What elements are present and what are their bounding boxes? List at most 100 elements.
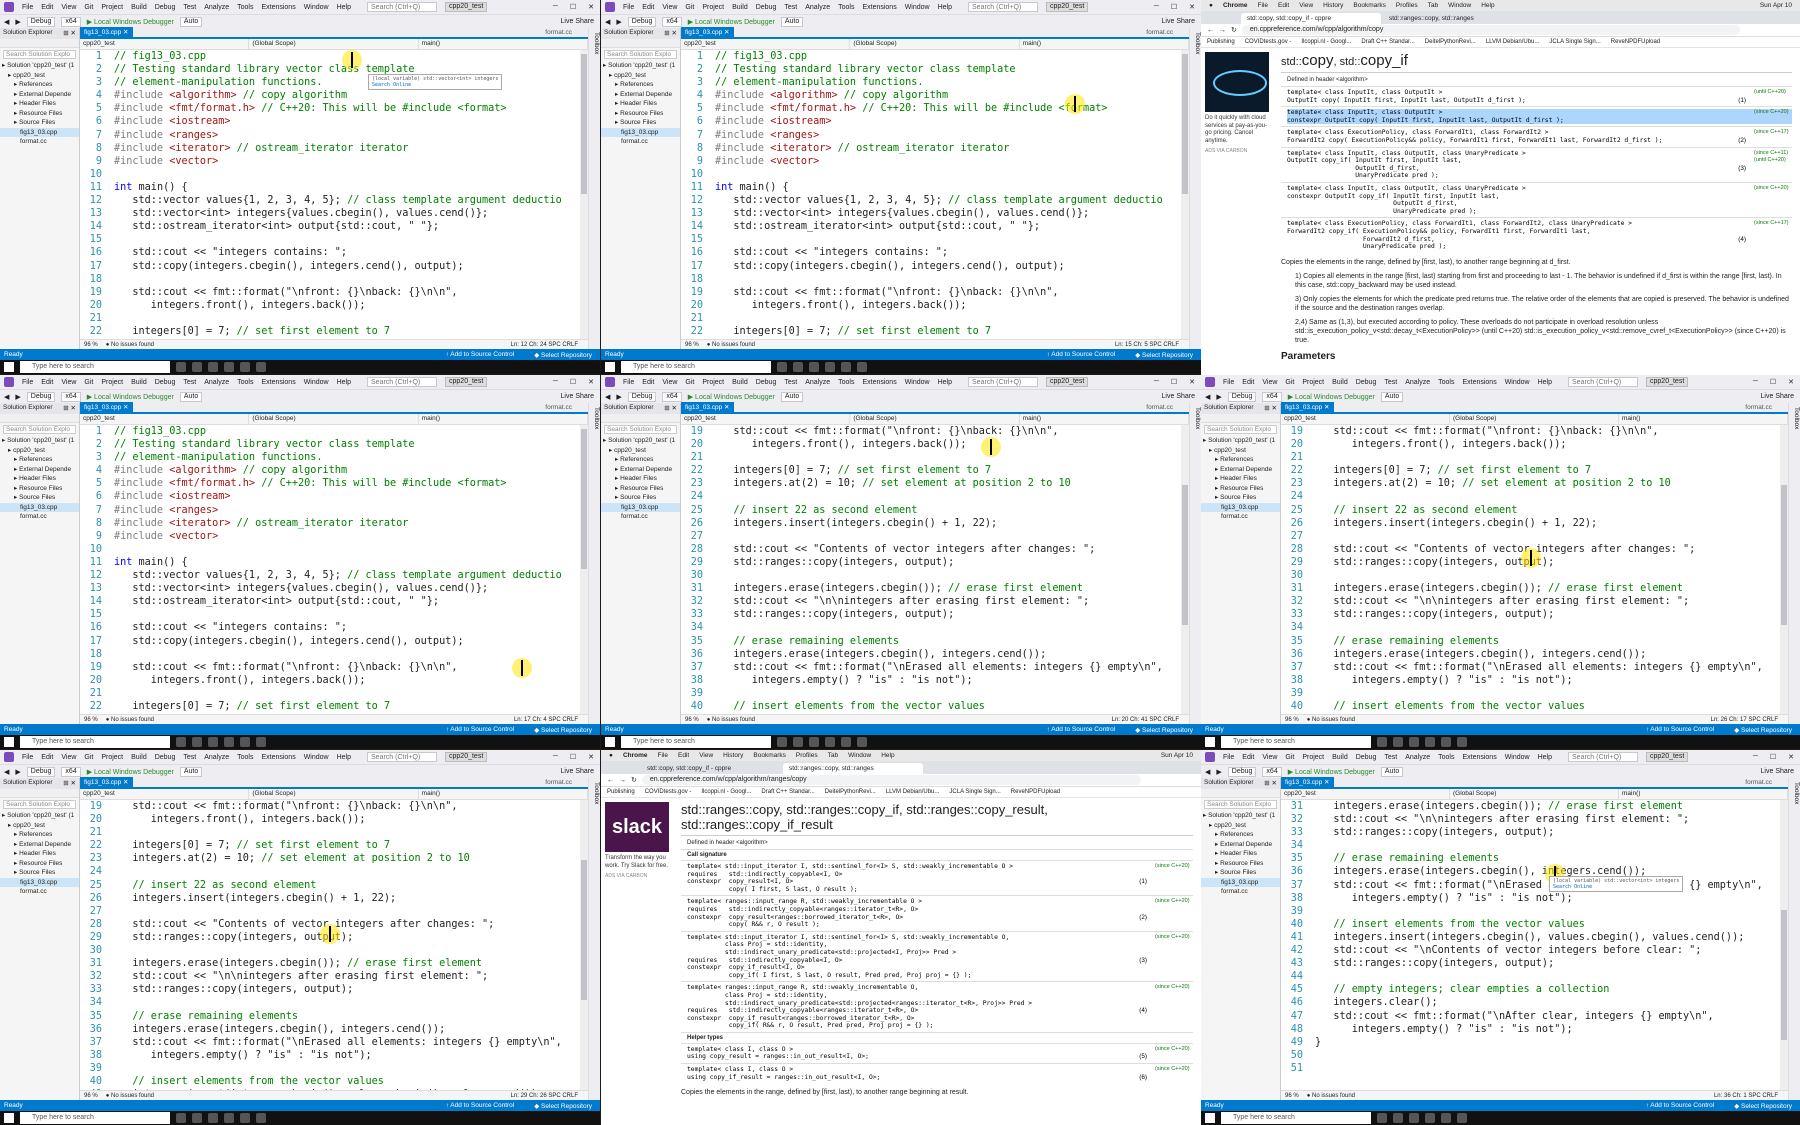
project-nav-dropdown[interactable]: cpp20_test [1281,414,1450,424]
menu-tools[interactable]: Tools [1438,754,1454,761]
code-line[interactable]: 23 integers.at(2) = 10; // set element a… [681,338,1189,339]
project-nav-dropdown[interactable]: cpp20_test [681,414,851,424]
code-line[interactable]: 36 integers.erase(integers.cbegin(), int… [1281,865,1788,878]
tree-item[interactable]: ▸ External Depende [601,90,680,100]
tree-item[interactable]: ▸ cpp20_test [0,446,79,456]
code-area[interactable]: 19 std::cout << fmt::format("\nfront: {}… [1281,425,1788,714]
code-line[interactable]: 46 integers.clear(); [1281,996,1788,1009]
code-line[interactable]: 7 #include <ranges> [80,129,588,142]
bookmark-item[interactable]: JCLA Single Sign... [949,789,1000,795]
menu-help[interactable]: Help [1538,379,1552,386]
store-icon[interactable] [224,1113,234,1123]
tree-item[interactable]: ▸ Source Files [1201,868,1280,878]
taskbar-search[interactable]: Type here to search [20,361,170,373]
select-repository-button[interactable]: ◆ Select Repository [534,1102,592,1110]
tooltip-link[interactable]: Search Online [1553,884,1679,890]
tree-item[interactable]: ▸ cpp20_test [0,71,79,81]
code-area[interactable]: 1 // fig13_03.cpp 2 // Testing standard lib… [80,425,588,714]
close-icon[interactable]: ✕ [588,3,594,11]
add-to-source-control-button[interactable]: ↑ Add to Source Control [1646,1102,1715,1110]
code-line[interactable]: 30 [1281,569,1788,582]
bookmark-item[interactable]: Ilcoppi.nl - Googl... [701,789,751,795]
menu-window[interactable]: Window [1505,754,1530,761]
menu-debug[interactable]: Debug [155,754,176,761]
back-icon[interactable]: ◀ [4,393,9,401]
code-area[interactable]: 1 // fig13_03.cpp 2 // Testing standard lib… [681,50,1189,339]
mac-menu-window[interactable]: Window [848,752,871,759]
tab-format-cc[interactable]: format.cc [545,404,588,411]
maximize-icon[interactable]: ☐ [1171,3,1177,11]
pin-icon[interactable]: ⊞ ✕ [664,29,677,38]
pin-icon[interactable]: ⊞ ✕ [1264,404,1277,413]
start-debugging-button[interactable]: ▶ Local Windows Debugger [688,393,775,401]
menu-analyze[interactable]: Analyze [204,754,229,761]
menu-edit[interactable]: Edit [41,379,53,386]
bookmark-item[interactable]: JCLA Single Sign... [1549,39,1600,45]
back-icon[interactable]: ◀ [1205,393,1210,401]
bookmark-item[interactable]: Draft C++ Standar... [1361,39,1414,45]
code-line[interactable]: 8 #include <iterator> // ostream_iterator… [80,142,588,155]
forward-icon[interactable]: ▶ [616,18,621,26]
carbon-ad[interactable]: Do it quickly with cloud services at pay… [1201,48,1273,375]
vertical-scrollbar[interactable] [1181,50,1189,339]
mac-menu-view[interactable]: View [699,752,713,759]
project-nav-dropdown[interactable]: cpp20_test [80,789,250,799]
edge-icon[interactable] [809,737,819,747]
function-nav-dropdown[interactable]: main() [1020,39,1189,49]
code-line[interactable]: 22 integers[0] = 7; // set first element… [681,464,1189,477]
minimize-icon[interactable]: ─ [1753,378,1758,386]
menu-debug[interactable]: Debug [1356,379,1377,386]
bookmark-item[interactable]: LLVM Debian/Ubu... [1486,39,1540,45]
menu-extensions[interactable]: Extensions [1462,379,1496,386]
code-line[interactable]: 17 std::copy(integers.cbegin(), integers… [681,260,1189,273]
zoom-level[interactable]: 96 % [685,342,699,348]
platform-dropdown[interactable]: x64 [1262,766,1282,777]
code-line[interactable]: 6 #include <iostream> [80,490,588,503]
menu-edit[interactable]: Edit [642,379,654,386]
url-input[interactable]: en.cppreference.com/w/cpp/algorithm/rang… [641,775,1141,785]
tree-item[interactable]: ▸ Resource Files [1201,484,1280,494]
taskbar-search[interactable]: Type here to search [1221,736,1371,748]
solution-search-input[interactable]: Search Solution Explo [3,425,76,434]
solution-search-input[interactable]: Search Solution Explo [3,800,76,809]
code-line[interactable]: 11 int main() { [681,181,1189,194]
tree-item[interactable]: ▸ Resource Files [0,109,79,119]
menu-test[interactable]: Test [1384,754,1397,761]
pin-icon[interactable]: ⊞ ✕ [63,404,76,413]
mac-menu-view[interactable]: View [1299,2,1313,9]
menu-view[interactable]: View [662,4,677,11]
menu-extensions[interactable]: Extensions [261,379,295,386]
visual-studio-taskbar-icon[interactable] [841,737,851,747]
code-line[interactable]: 37 std::cout << fmt::format("\nErased al… [1281,661,1788,674]
tree-item[interactable]: ▸ External Depende [601,465,680,475]
edge-icon[interactable] [208,737,218,747]
project-nav-dropdown[interactable]: cpp20_test [681,39,851,49]
tree-item[interactable]: format.cc [1201,512,1280,522]
menu-debug[interactable]: Debug [155,4,176,11]
store-icon[interactable] [825,362,835,372]
menu-tools[interactable]: Tools [838,4,854,11]
mac-menu-help[interactable]: Help [1481,2,1494,9]
code-line[interactable]: 7 #include <ranges> [80,504,588,517]
function-nav-dropdown[interactable]: main() [1619,414,1788,424]
menu-extensions[interactable]: Extensions [1462,754,1496,761]
menu-git[interactable]: Git [685,379,694,386]
code-line[interactable]: 23 integers.at(2) = 10; // set element a… [1281,477,1788,490]
configuration-dropdown[interactable]: Debug [627,391,657,402]
mac-menu-profiles[interactable]: Profiles [1396,2,1418,9]
bookmark-item[interactable]: Ilcoppi.nl - Googl... [1301,39,1351,45]
code-line[interactable]: 34 [681,621,1189,634]
code-line[interactable]: 6 #include <iostream> [681,115,1189,128]
menu-test[interactable]: Test [183,4,196,11]
code-line[interactable]: 33 std::ranges::copy(integers, output); [1281,826,1788,839]
vertical-scrollbar[interactable] [580,50,588,339]
tree-item[interactable]: ▸ Header Files [0,849,79,859]
menu-analyze[interactable]: Analyze [1405,379,1430,386]
start-debugging-button[interactable]: ▶ Local Windows Debugger [87,393,174,401]
maximize-icon[interactable]: ☐ [570,753,576,761]
code-line[interactable]: 1 // fig13_03.cpp [80,50,588,63]
code-line[interactable]: 22 integers[0] = 7; // set first element… [80,700,588,713]
code-line[interactable]: 29 std::ranges::copy(integers, output); [681,556,1189,569]
menu-view[interactable]: View [1262,754,1277,761]
code-line[interactable]: 9 #include <vector> [681,155,1189,168]
